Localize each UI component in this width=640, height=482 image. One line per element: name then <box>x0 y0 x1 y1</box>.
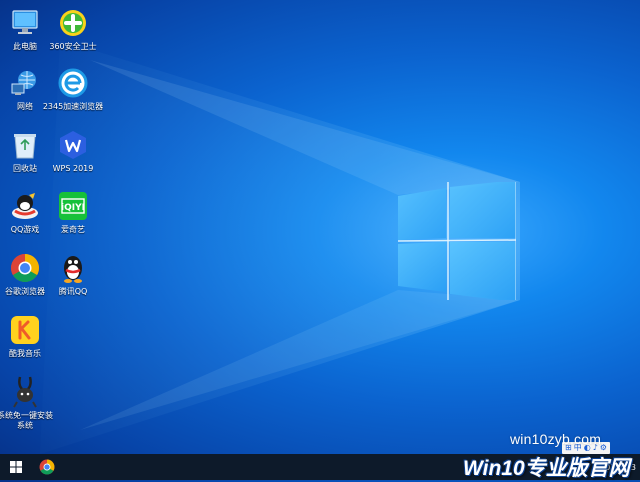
desktop-icon-2345-browser[interactable]: 2345加速浏览器 <box>41 66 105 112</box>
computer-icon <box>8 6 42 40</box>
start-button[interactable] <box>0 454 32 480</box>
desktop-background: 此电脑 网络 回收站 QQ游戏 谷歌浏览器 酷我音乐 系统免一键安装系统 360… <box>0 0 640 454</box>
desktop-icon-wps[interactable]: WPS 2019 <box>41 128 105 174</box>
desktop-icon-iqiyi[interactable]: iQIYI 爱奇艺 <box>41 189 105 235</box>
network-icon <box>8 66 42 100</box>
desktop-icon-installer[interactable]: 系统免一键安装系统 <box>0 375 57 431</box>
watermark-site: win10zyb.com <box>510 431 602 447</box>
qq-game-icon <box>8 189 42 223</box>
taskbar-chrome[interactable] <box>32 454 62 480</box>
windows-logo <box>398 182 516 300</box>
watermark-brand: Win10专业版官网 <box>463 457 630 480</box>
desktop-icon-360[interactable]: 360安全卫士 <box>41 6 105 52</box>
iqiyi-icon: iQIYI <box>56 189 90 223</box>
windows-start-icon <box>10 461 22 473</box>
recycle-bin-icon <box>8 128 42 162</box>
rabbit-installer-icon <box>8 375 42 409</box>
desktop-icon-kuwo[interactable]: 酷我音乐 <box>0 313 57 359</box>
kuwo-music-icon <box>8 313 42 347</box>
svg-text:iQIYI: iQIYI <box>61 203 85 213</box>
wps-icon <box>56 128 90 162</box>
browser-e-icon <box>56 66 90 100</box>
desktop-icon-qq[interactable]: 腾讯QQ <box>41 251 105 297</box>
security-guard-icon <box>56 6 90 40</box>
qq-penguin-icon <box>56 251 90 285</box>
chrome-icon <box>39 459 55 475</box>
chrome-icon <box>8 251 42 285</box>
